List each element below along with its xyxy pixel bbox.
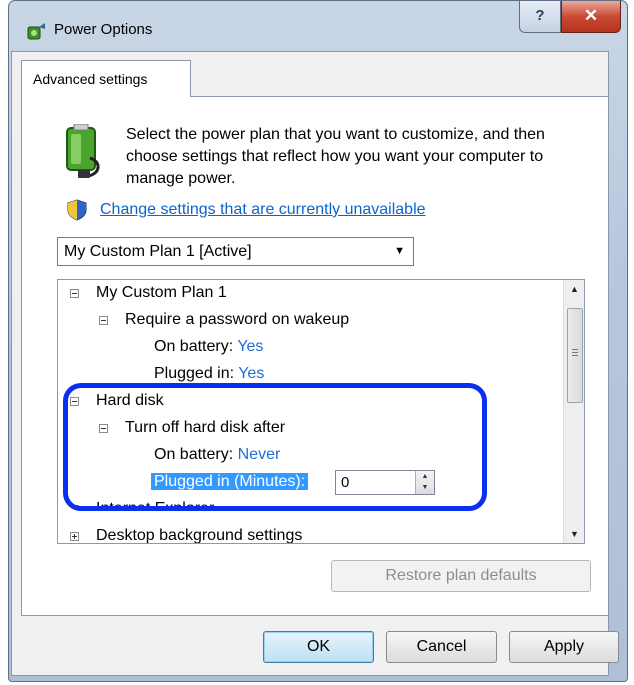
expand-icon[interactable] bbox=[70, 505, 79, 507]
tree-node-hard-disk-label: Hard disk bbox=[96, 392, 164, 409]
tab-advanced-settings[interactable]: Advanced settings bbox=[21, 60, 191, 97]
setting-value-link[interactable]: Never bbox=[238, 446, 281, 463]
power-options-icon bbox=[27, 23, 45, 40]
setting-label: On battery: bbox=[154, 446, 234, 463]
scroll-thumb[interactable] bbox=[567, 308, 583, 403]
apply-button[interactable]: Apply bbox=[509, 631, 619, 663]
change-settings-link[interactable]: Change settings that are currently unava… bbox=[100, 201, 426, 219]
tree-node-turn-off-disk[interactable]: Turn off hard disk after bbox=[99, 415, 285, 441]
collapse-icon[interactable] bbox=[99, 316, 108, 325]
close-button[interactable]: ✕ bbox=[561, 1, 621, 33]
tree-setting-disk-plugged[interactable]: Plugged in (Minutes): bbox=[151, 469, 309, 495]
cancel-button[interactable]: Cancel bbox=[386, 631, 497, 663]
tree-node-desktop-label: Desktop background settings bbox=[96, 527, 303, 543]
spin-down-icon[interactable]: ▼ bbox=[416, 482, 434, 493]
collapse-icon[interactable] bbox=[99, 424, 108, 433]
tree-scrollbar[interactable]: ▲ ▼ bbox=[563, 280, 584, 543]
expand-icon[interactable] bbox=[70, 532, 79, 541]
setting-label-selected: Plugged in (Minutes): bbox=[151, 473, 309, 490]
ok-button[interactable]: OK bbox=[263, 631, 374, 663]
uac-shield-icon bbox=[67, 199, 87, 221]
tree-node-turn-off-label: Turn off hard disk after bbox=[125, 419, 286, 436]
grip-icon bbox=[572, 349, 578, 356]
power-plan-select-value: My Custom Plan 1 [Active] bbox=[64, 243, 252, 260]
setting-value-link[interactable]: Yes bbox=[238, 365, 264, 382]
power-plan-select[interactable]: My Custom Plan 1 [Active] ▼ bbox=[57, 237, 414, 266]
spinner-buttons[interactable]: ▲ ▼ bbox=[415, 471, 434, 494]
tree-node-desktop-background[interactable]: Desktop background settings bbox=[70, 523, 302, 543]
tree-node-ie-label: Internet Explorer bbox=[96, 500, 215, 517]
tree-node-hard-disk[interactable]: Hard disk bbox=[70, 388, 164, 414]
setting-label: Plugged in: bbox=[154, 365, 235, 382]
collapse-icon[interactable] bbox=[70, 397, 79, 406]
window-title: Power Options bbox=[54, 21, 153, 38]
tree-setting-password-plugged[interactable]: Plugged in: Yes bbox=[154, 361, 264, 387]
minutes-spinner[interactable]: 0 ▲ ▼ bbox=[335, 470, 435, 495]
dropdown-arrow-icon: ▼ bbox=[394, 245, 405, 257]
tree-node-internet-explorer[interactable]: Internet Explorer bbox=[70, 496, 215, 517]
collapse-icon[interactable] bbox=[70, 289, 79, 298]
settings-tree[interactable]: My Custom Plan 1 Require a password on w… bbox=[57, 279, 585, 544]
setting-value-link[interactable]: Yes bbox=[237, 338, 263, 355]
tree-setting-password-battery[interactable]: On battery: Yes bbox=[154, 334, 263, 360]
scroll-up-icon[interactable]: ▲ bbox=[564, 280, 584, 298]
tree-node-plan[interactable]: My Custom Plan 1 bbox=[70, 280, 227, 306]
spin-up-icon[interactable]: ▲ bbox=[416, 471, 434, 482]
help-button[interactable]: ? bbox=[519, 1, 561, 33]
tree-node-plan-label: My Custom Plan 1 bbox=[96, 284, 227, 301]
battery-plug-icon bbox=[66, 124, 100, 178]
tree-setting-disk-battery[interactable]: On battery: Never bbox=[154, 442, 280, 468]
minutes-value[interactable]: 0 bbox=[341, 471, 349, 494]
settings-tree-content: My Custom Plan 1 Require a password on w… bbox=[58, 280, 563, 543]
tree-node-password[interactable]: Require a password on wakeup bbox=[99, 307, 349, 333]
tree-node-password-label: Require a password on wakeup bbox=[125, 311, 350, 328]
restore-defaults-button[interactable]: Restore plan defaults bbox=[331, 560, 591, 592]
description-text: Select the power plan that you want to c… bbox=[126, 126, 545, 187]
scroll-down-icon[interactable]: ▼ bbox=[564, 525, 584, 543]
setting-label: On battery: bbox=[154, 338, 234, 355]
